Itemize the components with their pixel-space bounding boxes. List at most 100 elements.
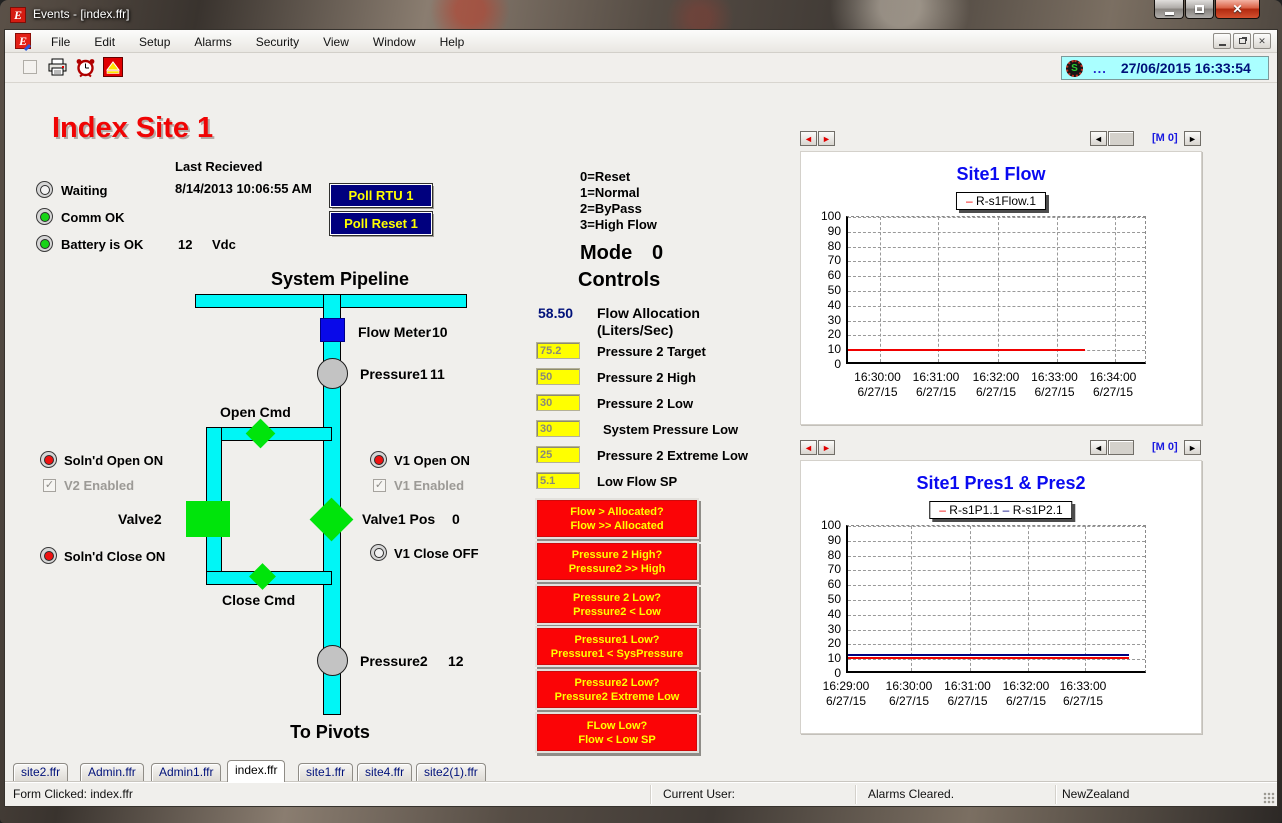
- sp-pressure2-extreme-low-label: Pressure 2 Extreme Low: [597, 448, 748, 463]
- menu-alarms[interactable]: Alarms: [182, 35, 243, 49]
- tab-site2-1[interactable]: site2(1).ffr: [416, 763, 486, 781]
- menu-window[interactable]: Window: [361, 35, 428, 49]
- maximize-button[interactable]: [1185, 0, 1214, 19]
- open-cmd-valve-symbol[interactable]: [246, 419, 276, 449]
- poll-rtu-button[interactable]: Poll RTU 1: [330, 184, 432, 207]
- mode-legend-3: 3=High Flow: [580, 217, 657, 232]
- alarm-pressure2-high-button[interactable]: Pressure 2 High?Pressure2 >> High: [537, 543, 697, 580]
- inner-window: E File Edit Setup Alarms Security View W…: [4, 29, 1278, 807]
- menu-file[interactable]: File: [39, 35, 82, 49]
- v2-enabled-label: V2 Enabled: [64, 478, 134, 493]
- sp-pressure2-low-input[interactable]: 30: [536, 394, 580, 411]
- valve1-symbol[interactable]: [310, 498, 354, 542]
- pressure2-symbol[interactable]: [317, 645, 348, 676]
- comm-ok-indicator: [36, 208, 53, 225]
- poll-reset-label: Poll Reset 1: [344, 216, 418, 231]
- alarm-pressure2-extreme-low-button[interactable]: Pressure2 Low?Pressure2 Extreme Low: [537, 671, 697, 708]
- status-separator: [855, 785, 856, 804]
- sp-low-flow-input[interactable]: 5.1: [536, 472, 580, 489]
- scroll-left-button[interactable]: ◄: [800, 131, 817, 146]
- pan-right-button[interactable]: ►: [1184, 440, 1201, 455]
- child-minimize-icon: [1219, 44, 1226, 46]
- menu-help[interactable]: Help: [428, 35, 477, 49]
- alarm-pressure2-low-button[interactable]: Pressure 2 Low?Pressure2 < Low: [537, 586, 697, 623]
- battery-ok-indicator: [36, 235, 53, 252]
- v1-open-indicator: [370, 451, 387, 468]
- printer-icon[interactable]: [47, 57, 68, 78]
- y-axis-tick: 10: [807, 342, 841, 356]
- scrollbar-thumb[interactable]: [1108, 440, 1134, 455]
- datetime-ellipsis: ...: [1093, 61, 1107, 76]
- status-alarms: Alarms Cleared.: [868, 787, 954, 801]
- sp-low-flow-label: Low Flow SP: [597, 474, 677, 489]
- alarm-line2: Pressure2 >> High: [538, 562, 696, 576]
- menu-edit[interactable]: Edit: [82, 35, 127, 49]
- alarm-clock-icon[interactable]: [75, 57, 96, 78]
- menu-setup[interactable]: Setup: [127, 35, 182, 49]
- scrollbar-thumb[interactable]: [1108, 131, 1134, 146]
- status-region: NewZealand: [1062, 787, 1129, 801]
- flow-meter-label: Flow Meter: [358, 324, 431, 340]
- toolbar-placeholder-box: [23, 60, 37, 74]
- y-axis-tick: 70: [807, 562, 841, 576]
- flow-meter-symbol[interactable]: [320, 318, 345, 342]
- solnd-open-label: Soln'd Open ON: [64, 453, 163, 468]
- close-button[interactable]: ✕: [1215, 0, 1260, 19]
- flow-meter-value: 10: [432, 324, 448, 340]
- controls-label: Controls: [578, 269, 660, 292]
- tab-site4[interactable]: site4.ffr: [357, 763, 412, 781]
- child-restore-button[interactable]: [1233, 33, 1251, 49]
- pan-right-button[interactable]: ►: [1184, 131, 1201, 146]
- child-close-button[interactable]: ✕: [1253, 33, 1271, 49]
- close-cmd-valve-symbol[interactable]: [249, 563, 276, 590]
- tab-index[interactable]: index.ffr: [227, 760, 285, 782]
- sp-pressure2-high-input[interactable]: 50: [536, 368, 580, 385]
- pressure1-value: 11: [430, 366, 445, 382]
- legend-swatch: –: [966, 194, 973, 208]
- y-axis-tick: 10: [807, 651, 841, 665]
- pan-left-button[interactable]: ◄: [1090, 131, 1107, 146]
- v1-enabled-checkbox[interactable]: ✓: [373, 479, 386, 492]
- sp-system-pressure-low-input[interactable]: 30: [536, 420, 580, 437]
- scroll-left-button[interactable]: ◄: [800, 440, 817, 455]
- tab-site1[interactable]: site1.ffr: [298, 763, 353, 781]
- open-cmd-label: Open Cmd: [220, 404, 291, 420]
- scroll-right-button[interactable]: ►: [818, 440, 835, 455]
- alarm-line1: FLow Low?: [538, 719, 696, 733]
- mode-legend-0: 0=Reset: [580, 169, 630, 184]
- menu-security[interactable]: Security: [244, 35, 311, 49]
- alarm-flow-low-button[interactable]: FLow Low?Flow < Low SP: [537, 714, 697, 751]
- minimize-icon: [1165, 12, 1174, 15]
- tab-admin1[interactable]: Admin1.ffr: [151, 763, 221, 781]
- sp-pressure2-target-input[interactable]: 75.2: [536, 342, 580, 359]
- minimize-button[interactable]: [1154, 0, 1184, 19]
- chart-title: Site1 Pres1 & Pres2: [801, 473, 1201, 494]
- sp-pressure2-low-label: Pressure 2 Low: [597, 396, 693, 411]
- title-bar[interactable]: E Events - [index.ffr] ✕: [0, 0, 1282, 29]
- mode-value: 0: [652, 242, 663, 265]
- pan-left-button[interactable]: ◄: [1090, 440, 1107, 455]
- alarm-pressure1-low-button[interactable]: Pressure1 Low?Pressure1 < SysPressure: [537, 628, 697, 665]
- sp-pressure2-extreme-low-input[interactable]: 25: [536, 446, 580, 463]
- v2-enabled-checkbox[interactable]: ✓: [43, 479, 56, 492]
- pressure1-symbol[interactable]: [317, 358, 348, 389]
- legend-label: R-s1P2.1: [1009, 503, 1062, 517]
- menu-view[interactable]: View: [311, 35, 361, 49]
- scroll-right-button[interactable]: ►: [818, 131, 835, 146]
- chart-legend: – R-s1P1.1 – R-s1P2.1: [929, 501, 1072, 519]
- battery-voltage-value: 12: [178, 237, 192, 252]
- alarm-line2: Pressure1 < SysPressure: [538, 647, 696, 661]
- resize-grip[interactable]: [1263, 792, 1275, 804]
- tab-admin[interactable]: Admin.ffr: [80, 763, 144, 781]
- child-minimize-button[interactable]: [1213, 33, 1231, 49]
- tab-site2[interactable]: site2.ffr: [13, 763, 68, 781]
- chart-plot-area: [846, 216, 1146, 364]
- datetime-panel: S ... 27/06/2015 16:33:54: [1061, 56, 1269, 80]
- alarm-flow-allocated-button[interactable]: Flow > Allocated?Flow >> Allocated: [537, 500, 697, 537]
- comm-ok-label: Comm OK: [61, 210, 125, 225]
- trend-chart-flow: ◄ ► ◄ [M 0] ► Site1 Flow – R-s1Flow.1 01…: [800, 131, 1202, 151]
- alarm-ack-icon[interactable]: [103, 57, 124, 78]
- y-axis-tick: 0: [807, 666, 841, 680]
- valve2-symbol[interactable]: [186, 501, 230, 537]
- poll-reset-button[interactable]: Poll Reset 1: [330, 212, 432, 235]
